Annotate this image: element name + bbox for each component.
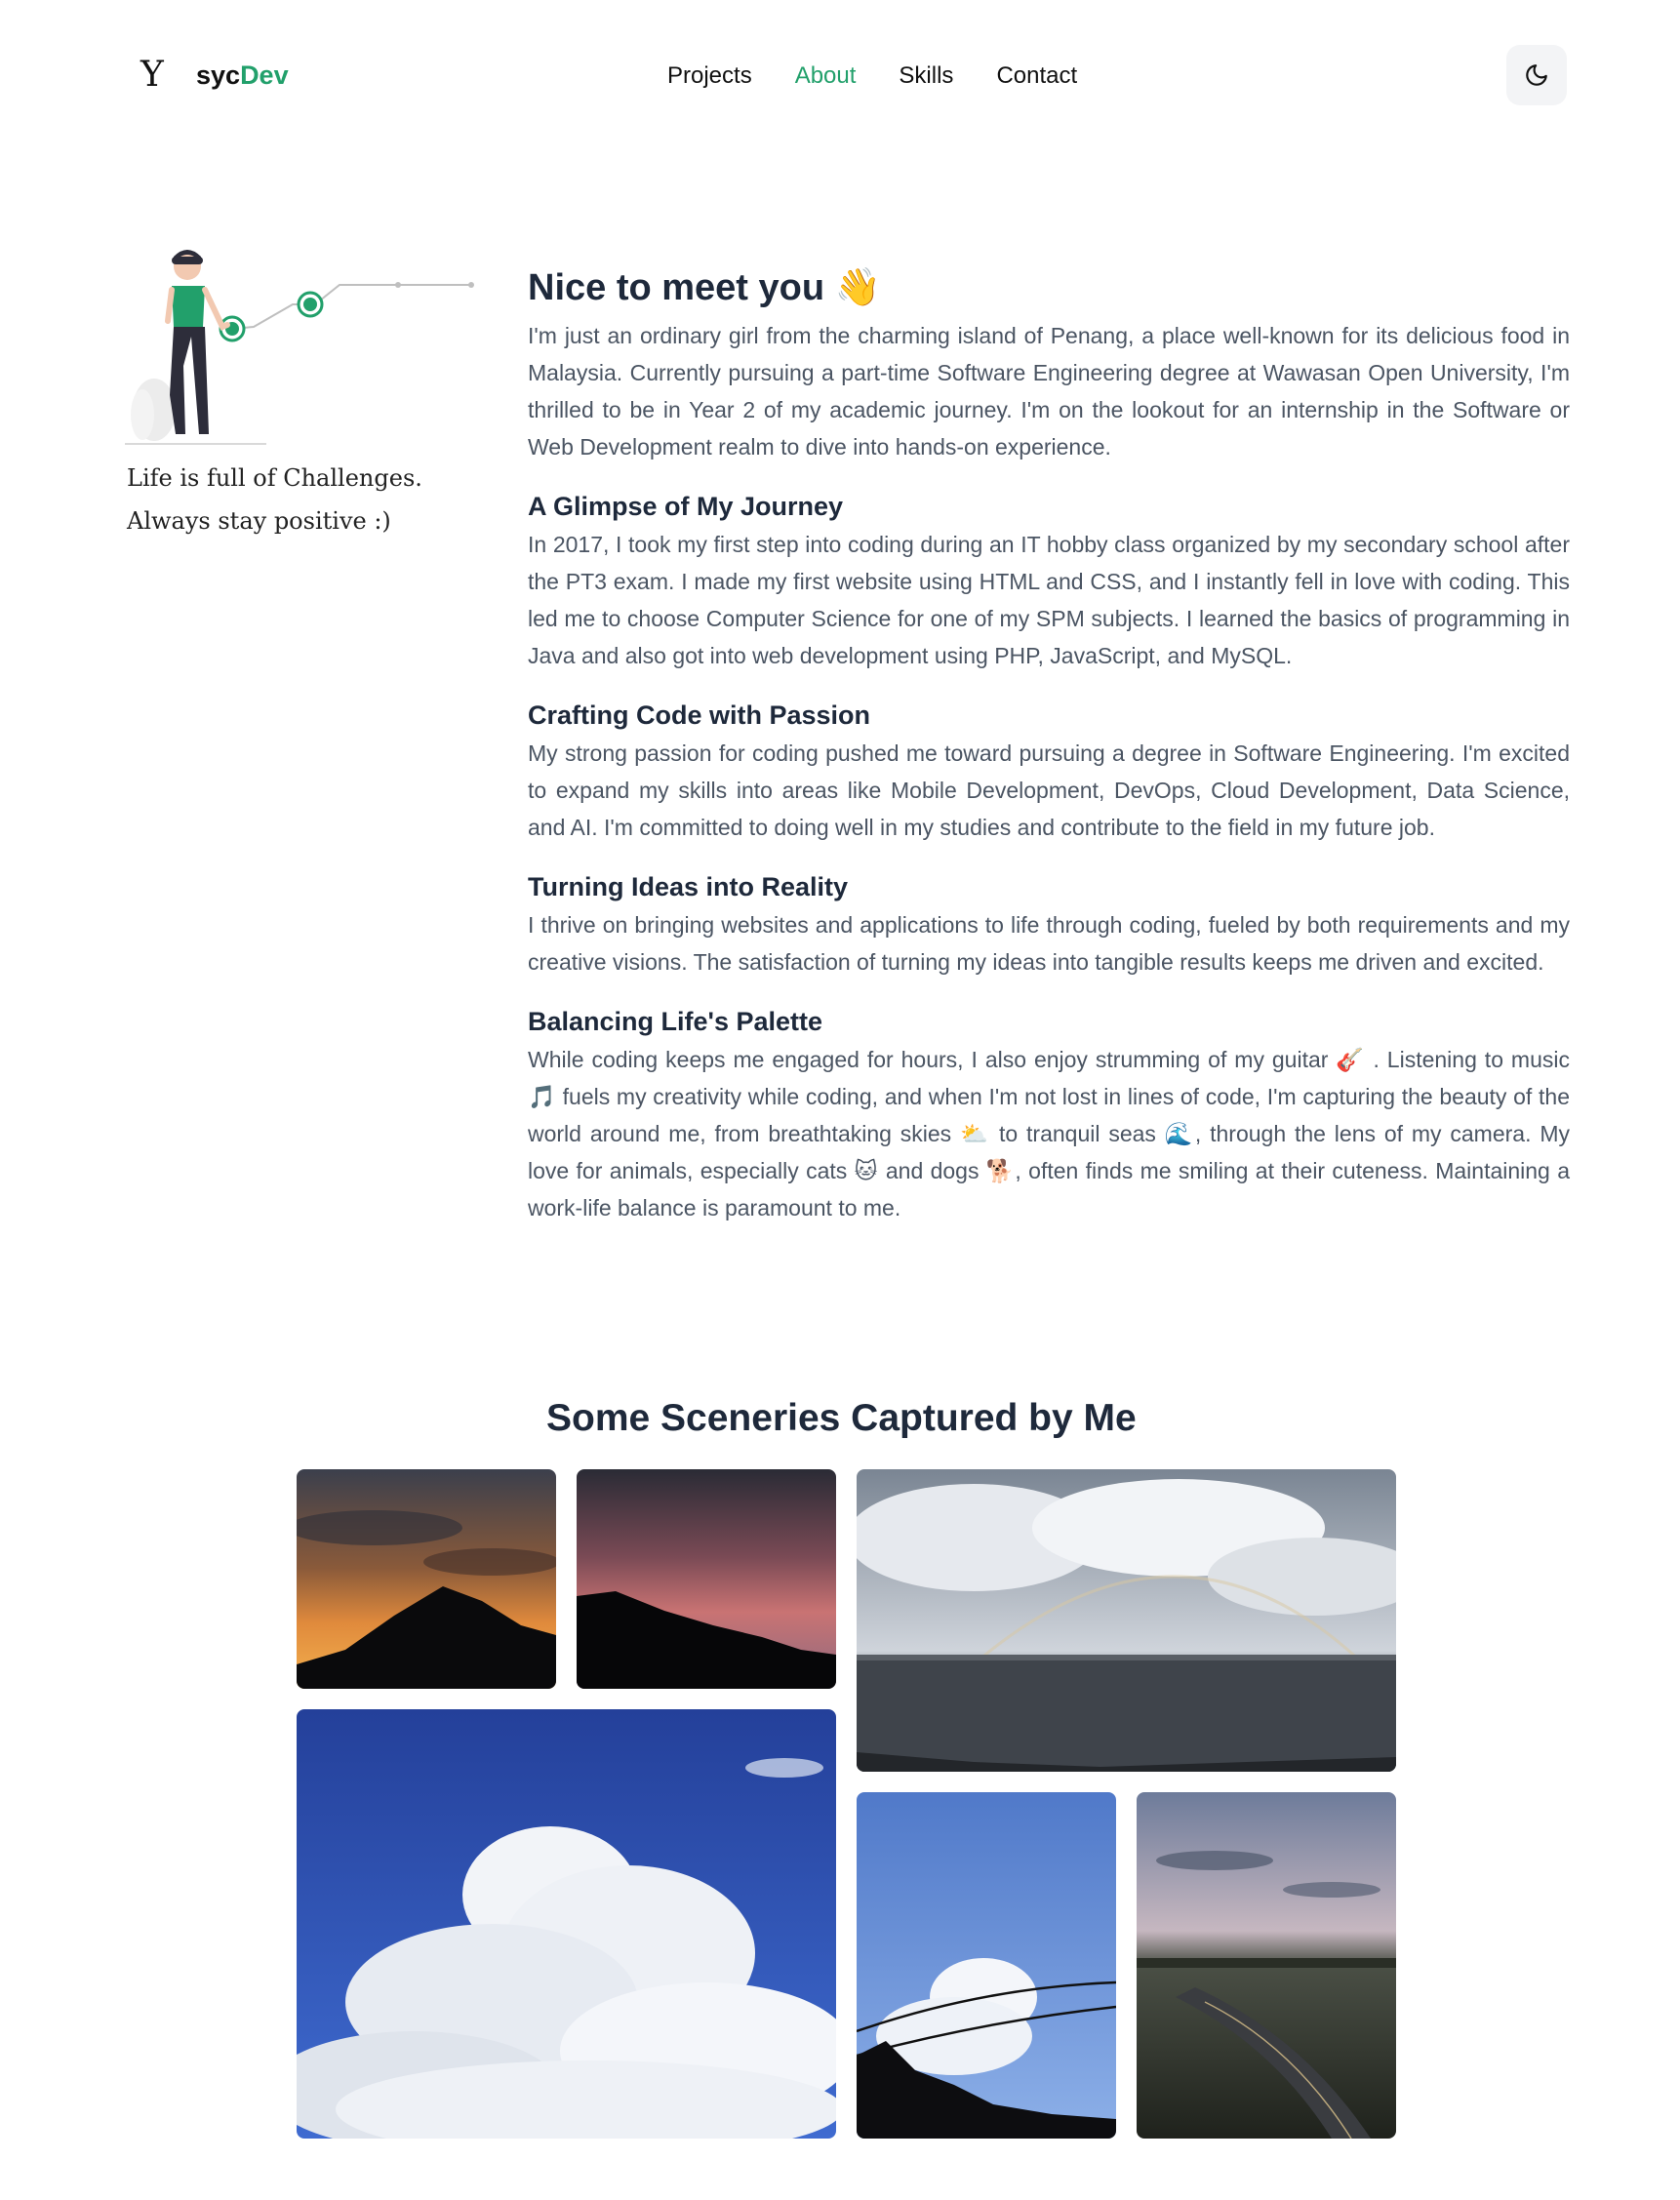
section-text-palette: While coding keeps me engaged for hours,…: [528, 1047, 1570, 1220]
photo-cloud-wire-image: [857, 1792, 1116, 2139]
about-page: Y sycDev Projects About Skills Contact L…: [0, 0, 1680, 2200]
quote-line-1: Life is full of Challenges.: [127, 464, 422, 492]
gallery-title: Some Sceneries Captured by Me: [546, 1397, 1137, 1439]
section-heading-journey: A Glimpse of My Journey: [528, 492, 844, 521]
section-heading-reality: Turning Ideas into Reality: [528, 872, 849, 901]
main-nav: Projects About Skills Contact: [667, 62, 1077, 90]
photo-pink-sky-hill[interactable]: [577, 1469, 836, 1689]
about-content: Nice to meet you 👋 I'm just an ordinary …: [528, 259, 1570, 1226]
page-title: Nice to meet you 👋: [528, 259, 1570, 317]
nav-projects[interactable]: Projects: [667, 62, 752, 90]
section-heading-palette: Balancing Life's Palette: [528, 1007, 823, 1036]
logo-text-primary: syc: [196, 60, 241, 90]
site-logo[interactable]: sycDev: [196, 60, 289, 91]
section-text-journey: In 2017, I took my first step into codin…: [528, 532, 1570, 668]
nav-skills[interactable]: Skills: [899, 62, 953, 90]
theme-toggle-button[interactable]: [1506, 45, 1567, 105]
nav-contact[interactable]: Contact: [996, 62, 1077, 90]
photo-sunset-hill[interactable]: [297, 1469, 556, 1689]
photo-cloud-blue-sky[interactable]: [297, 1709, 836, 2139]
quote-line-2: Always stay positive :): [127, 507, 391, 535]
progress-illustration: [125, 250, 474, 445]
waving-hand-icon: 👋: [834, 267, 881, 308]
photo-highway-dusk-image: [1137, 1792, 1396, 2139]
photo-rainbow-sea[interactable]: [857, 1469, 1396, 1772]
section-heading-passion: Crafting Code with Passion: [528, 700, 871, 730]
photo-pink-sky-hill-image: [577, 1469, 836, 1689]
photo-rainbow-sea-image: [857, 1469, 1396, 1772]
section-text-passion: My strong passion for coding pushed me t…: [528, 740, 1570, 840]
logo-text-accent: Dev: [240, 60, 289, 90]
section-text-reality: I thrive on bringing websites and applic…: [528, 912, 1570, 975]
photo-sunset-hill-image: [297, 1469, 556, 1689]
photo-highway-dusk[interactable]: [1137, 1792, 1396, 2139]
top-navbar: Y sycDev Projects About Skills Contact: [0, 0, 1680, 156]
moon-icon: [1526, 64, 1547, 86]
photo-cloud-blue-sky-image: [297, 1709, 836, 2139]
intro-paragraph: I'm just an ordinary girl from the charm…: [528, 323, 1570, 460]
photo-cloud-wire[interactable]: [857, 1792, 1116, 2139]
motto-quote: Life is full of Challenges. Always stay …: [127, 457, 422, 542]
page-title-text: Nice to meet you: [528, 267, 825, 308]
nav-about[interactable]: About: [795, 62, 857, 90]
logo-icon[interactable]: Y: [140, 55, 164, 95]
